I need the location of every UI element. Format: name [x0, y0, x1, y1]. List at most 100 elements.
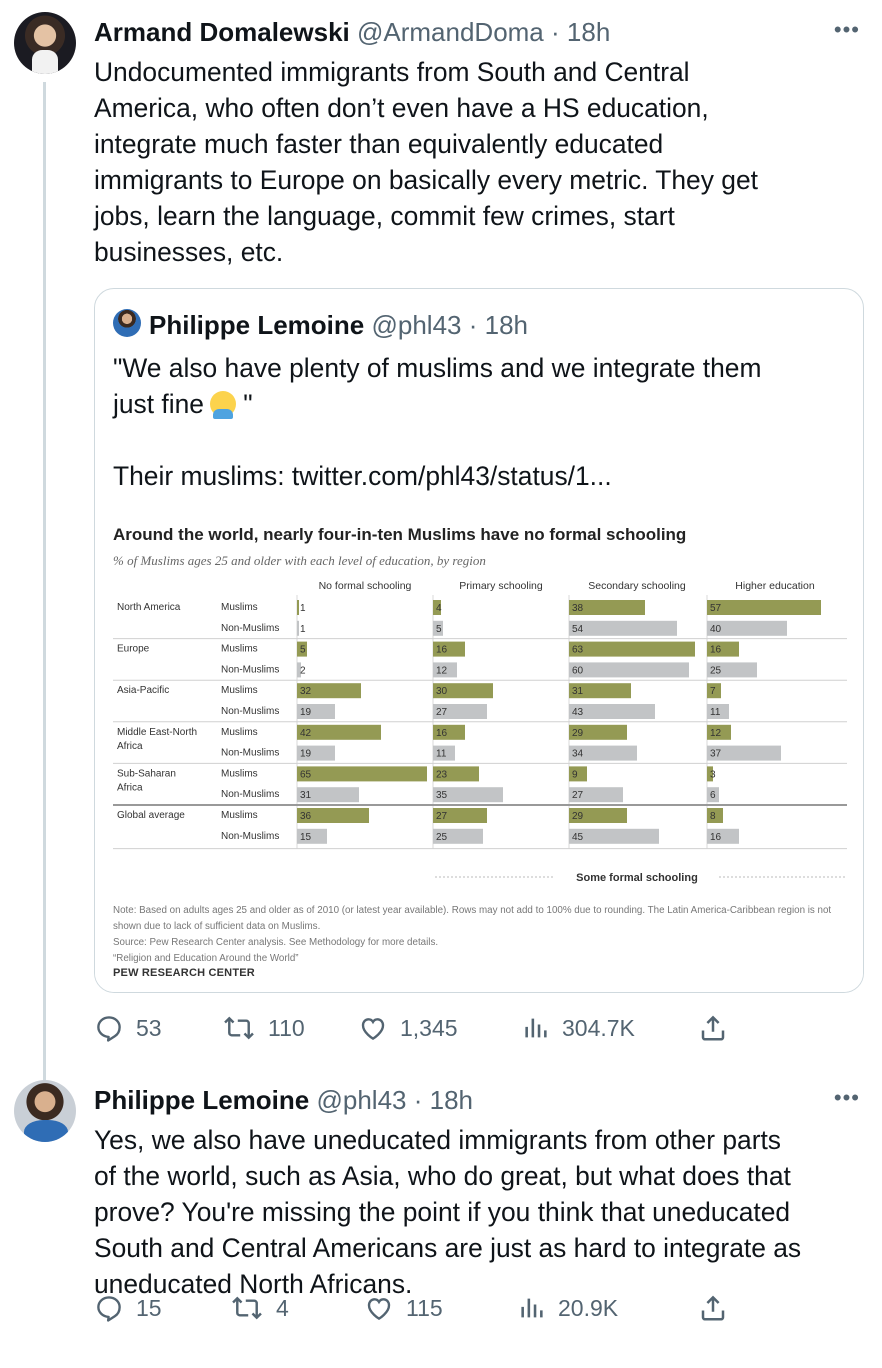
bar	[297, 620, 299, 636]
like-button[interactable]: 1,345	[358, 1013, 458, 1043]
share-button[interactable]	[698, 1293, 728, 1323]
reply-icon	[97, 1016, 121, 1042]
reply-count: 53	[136, 1014, 162, 1041]
quote-text: "We also have plenty of muslims and we i…	[113, 350, 843, 422]
avatar[interactable]	[14, 12, 76, 74]
bar	[569, 620, 677, 636]
like-count: 1,345	[400, 1014, 458, 1041]
tweet-text: Undocumented immigrants from South and C…	[94, 57, 758, 267]
bar-value-label: 12	[436, 665, 448, 676]
views-button[interactable]: 20.9K	[518, 1293, 618, 1323]
bar-value-label: 12	[710, 728, 722, 739]
bar-value-label: 4	[436, 603, 442, 614]
column-header: Higher education	[735, 580, 815, 592]
timestamp[interactable]: 18h	[430, 1085, 473, 1115]
bar-value-label: 37	[710, 749, 722, 760]
bar-value-label: 7	[710, 686, 716, 697]
bar-value-label: 16	[710, 832, 722, 843]
bar-value-label: 36	[300, 811, 312, 822]
heart-icon	[367, 1298, 391, 1321]
group-label: Non-Muslims	[221, 789, 279, 800]
bar-value-label: 43	[572, 707, 584, 718]
share-icon	[701, 1015, 725, 1041]
region-label: Africa	[117, 741, 143, 752]
bar-value-label: 25	[436, 832, 448, 843]
region-label: Global average	[117, 810, 185, 821]
group-label: Non-Muslims	[221, 623, 279, 634]
bar-value-label: 25	[710, 665, 722, 676]
tweet-actions: 53 110 1,345 304.7K	[94, 1013, 734, 1045]
pew-chart-image[interactable]: No formal schooling Primary schooling Seco…	[95, 517, 863, 992]
bar-value-label: 9	[572, 769, 578, 780]
bar-value-label: 6	[710, 790, 716, 801]
region-label: Asia-Pacific	[117, 685, 169, 696]
chart-subtitle: % of Muslims ages 25 and older with each…	[113, 553, 486, 568]
bar-value-label: 32	[300, 686, 312, 697]
bar-value-label: 31	[300, 790, 312, 801]
bar	[569, 662, 689, 678]
more-options-icon[interactable]: •••	[834, 19, 860, 41]
column-header: No formal schooling	[319, 580, 412, 592]
bar-value-label: 16	[436, 645, 448, 656]
separator: ·	[551, 17, 560, 47]
bar-value-label: 5	[436, 624, 442, 635]
timestamp[interactable]: 18h	[567, 17, 610, 47]
bar-value-label: 8	[710, 811, 716, 822]
column-header: Secondary schooling	[588, 580, 686, 592]
tweet-header: Philippe Lemoine @phl43 · 18h	[94, 1084, 473, 1116]
bar-value-label: 34	[572, 749, 584, 760]
like-button[interactable]: 115	[364, 1293, 443, 1323]
reply-button[interactable]: 53	[94, 1013, 162, 1043]
bar-value-label: 27	[436, 707, 448, 718]
views-count: 304.7K	[562, 1014, 635, 1041]
avatar[interactable]	[14, 1080, 76, 1142]
bar-value-label: 54	[572, 624, 584, 635]
retweet-icon	[232, 1296, 262, 1320]
reply-button[interactable]: 15	[94, 1293, 162, 1323]
views-button[interactable]: 304.7K	[522, 1013, 635, 1043]
bar-value-label: 27	[436, 811, 448, 822]
share-icon	[701, 1295, 725, 1321]
group-label: Muslims	[221, 810, 258, 821]
group-label: Non-Muslims	[221, 748, 279, 759]
author-handle[interactable]: @ArmandDoma	[357, 17, 544, 47]
retweet-button[interactable]: 4	[230, 1293, 289, 1323]
retweet-button[interactable]: 110	[222, 1013, 305, 1043]
more-options-icon[interactable]: •••	[834, 1087, 860, 1109]
group-label: Muslims	[221, 644, 258, 655]
group-label: Non-Muslims	[221, 706, 279, 717]
author-name[interactable]: Armand Domalewski	[94, 17, 350, 47]
views-icon	[525, 1018, 547, 1038]
bar-value-label: 30	[436, 686, 448, 697]
bar-value-label: 16	[436, 728, 448, 739]
quote-text-link-line[interactable]: Their muslims: twitter.com/phl43/status/…	[113, 458, 612, 494]
bar	[297, 766, 427, 782]
group-label: Muslims	[221, 602, 258, 613]
separator: ·	[413, 1085, 423, 1115]
bar-value-label: 57	[710, 603, 722, 614]
chart-title: Around the world, nearly four-in-ten Mus…	[113, 525, 687, 544]
region-label: Africa	[117, 782, 143, 793]
region-label: Sub-Saharan	[117, 768, 176, 779]
tweet-header: Armand Domalewski @ArmandDoma · 18h	[94, 16, 610, 48]
views-icon	[521, 1298, 543, 1318]
quote-tweet[interactable]: Philippe Lemoine @phl43 · 18h "We also h…	[94, 288, 864, 993]
bar-value-label: 35	[436, 790, 448, 801]
tweet-armand[interactable]: Armand Domalewski @ArmandDoma · 18h ••• …	[0, 0, 882, 1082]
share-button[interactable]	[698, 1013, 728, 1043]
bar	[707, 600, 821, 615]
quote-author-name: Philippe Lemoine	[149, 310, 365, 340]
bar-value-label: 16	[710, 645, 722, 656]
retweet-icon	[224, 1016, 254, 1040]
bar-value-label: 40	[710, 624, 722, 635]
region-label: North America	[117, 602, 181, 613]
bar-value-label: 15	[300, 832, 312, 843]
group-label: Non-Muslims	[221, 664, 279, 675]
column-header: Primary schooling	[459, 580, 543, 592]
author-handle[interactable]: @phl43	[316, 1085, 406, 1115]
author-name[interactable]: Philippe Lemoine	[94, 1085, 309, 1115]
quote-timestamp: 18h	[484, 310, 529, 340]
retweet-count: 4	[276, 1294, 289, 1321]
bar	[297, 600, 299, 615]
group-label: Muslims	[221, 768, 258, 779]
